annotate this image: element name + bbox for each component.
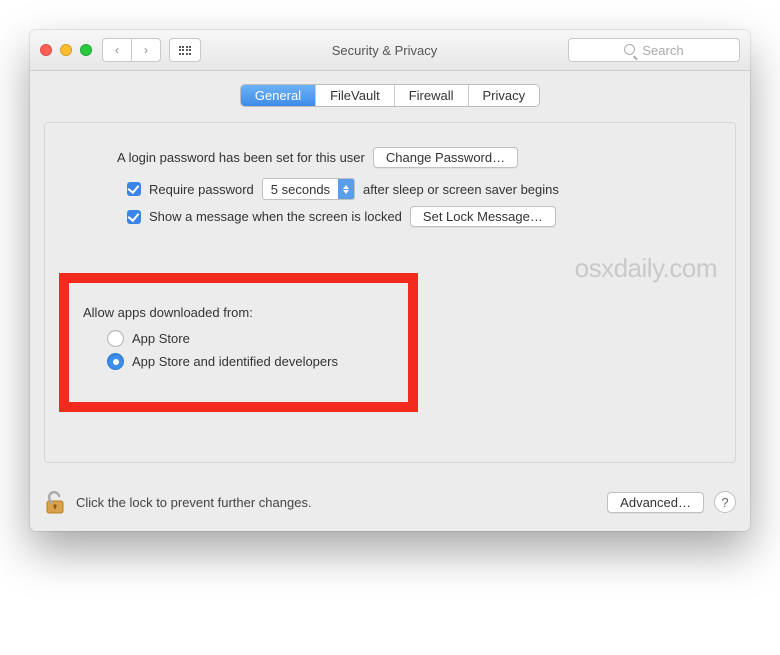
allow-appstore-label: App Store	[132, 331, 190, 346]
search-icon	[624, 43, 638, 58]
tab-bar: General FileVault Firewall Privacy	[44, 85, 736, 106]
allow-apps-radiogroup: App Store App Store and identified devel…	[107, 330, 338, 370]
lock-text: Click the lock to prevent further change…	[76, 495, 597, 510]
lock-icon[interactable]	[44, 489, 66, 515]
nav-back-forward: ‹ ›	[102, 38, 161, 62]
set-lock-message-button[interactable]: Set Lock Message…	[410, 206, 556, 227]
tab-privacy[interactable]: Privacy	[469, 85, 540, 106]
close-icon[interactable]	[40, 44, 52, 56]
allow-identified-label: App Store and identified developers	[132, 354, 338, 369]
tab-firewall[interactable]: Firewall	[395, 85, 469, 106]
footer: Click the lock to prevent further change…	[30, 475, 750, 531]
content-area: General FileVault Firewall Privacy A log…	[30, 71, 750, 475]
allow-identified-radio[interactable]	[107, 353, 124, 370]
show-all-button[interactable]	[169, 38, 201, 62]
show-message-checkbox[interactable]	[127, 210, 141, 224]
general-panel: A login password has been set for this u…	[44, 122, 736, 463]
require-password-row: Require password 5 seconds after sleep o…	[127, 178, 713, 200]
require-delay-select[interactable]: 5 seconds	[262, 178, 355, 200]
minimize-icon[interactable]	[60, 44, 72, 56]
search-placeholder: Search	[642, 43, 683, 58]
window-title: Security & Privacy	[201, 43, 568, 58]
show-message-row: Show a message when the screen is locked…	[127, 206, 713, 227]
allow-appstore-radio[interactable]	[107, 330, 124, 347]
show-message-label: Show a message when the screen is locked	[149, 209, 402, 224]
stepper-icon	[338, 179, 354, 199]
allow-apps-highlight: Allow apps downloaded from: App Store Ap…	[59, 273, 418, 412]
advanced-button[interactable]: Advanced…	[607, 492, 704, 513]
traffic-lights	[40, 44, 92, 56]
watermark-text: osxdaily.com	[575, 253, 717, 284]
login-password-row: A login password has been set for this u…	[117, 147, 713, 168]
help-icon: ?	[721, 495, 728, 510]
tab-group: General FileVault Firewall Privacy	[241, 85, 539, 106]
require-password-checkbox[interactable]	[127, 182, 141, 196]
require-password-label: Require password	[149, 182, 254, 197]
allow-appstore-row: App Store	[107, 330, 338, 347]
chevron-left-icon: ‹	[115, 43, 119, 57]
allow-apps-title: Allow apps downloaded from:	[83, 305, 338, 320]
tab-general[interactable]: General	[241, 85, 316, 106]
back-button[interactable]: ‹	[102, 38, 131, 62]
require-delay-value: 5 seconds	[263, 182, 338, 197]
change-password-button[interactable]: Change Password…	[373, 147, 518, 168]
login-password-text: A login password has been set for this u…	[117, 150, 365, 165]
preferences-window: ‹ › Security & Privacy Search General Fi…	[30, 30, 750, 531]
after-sleep-label: after sleep or screen saver begins	[363, 182, 559, 197]
forward-button[interactable]: ›	[131, 38, 161, 62]
search-input[interactable]: Search	[568, 38, 740, 62]
allow-identified-row: App Store and identified developers	[107, 353, 338, 370]
titlebar: ‹ › Security & Privacy Search	[30, 30, 750, 71]
chevron-right-icon: ›	[144, 43, 148, 57]
grid-icon	[179, 46, 192, 55]
help-button[interactable]: ?	[714, 491, 736, 513]
zoom-icon[interactable]	[80, 44, 92, 56]
tab-filevault[interactable]: FileVault	[316, 85, 395, 106]
